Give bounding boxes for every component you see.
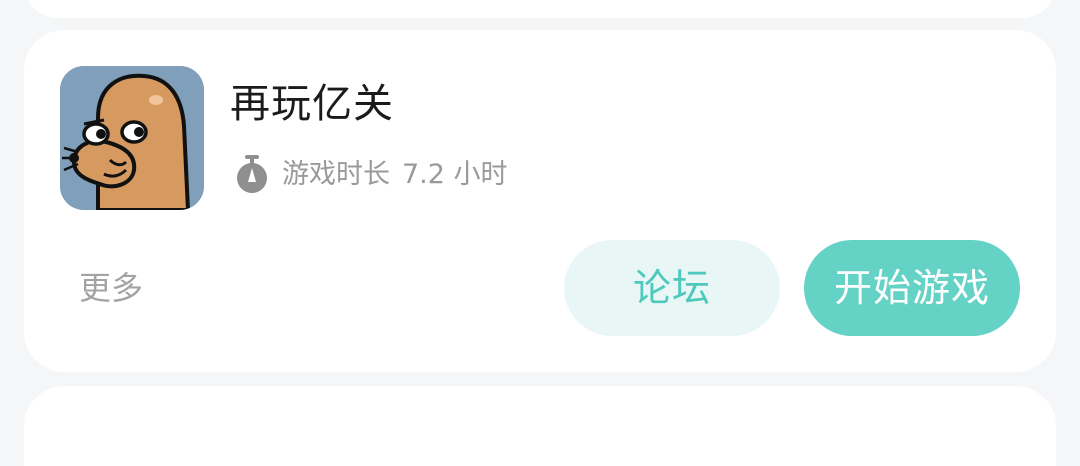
stopwatch-icon xyxy=(237,155,267,193)
playtime-label: 游戏时长 xyxy=(282,158,390,190)
next-card xyxy=(24,386,1056,466)
game-icon[interactable] xyxy=(60,66,204,210)
playtime-row: 游戏时长 7.2 小时 xyxy=(234,154,508,194)
playtime-value: 7.2 小时 xyxy=(402,158,508,190)
forum-button[interactable]: 论坛 xyxy=(564,240,780,336)
seal-character-icon xyxy=(60,66,204,210)
start-game-button[interactable]: 开始游戏 xyxy=(804,240,1020,336)
previous-card xyxy=(24,0,1056,18)
game-title: 再玩亿关 xyxy=(230,81,394,127)
game-card: 再玩亿关 游戏时长 7.2 小时 更多 论坛 开始游戏 xyxy=(24,30,1056,372)
more-link[interactable]: 更多 xyxy=(79,272,143,304)
